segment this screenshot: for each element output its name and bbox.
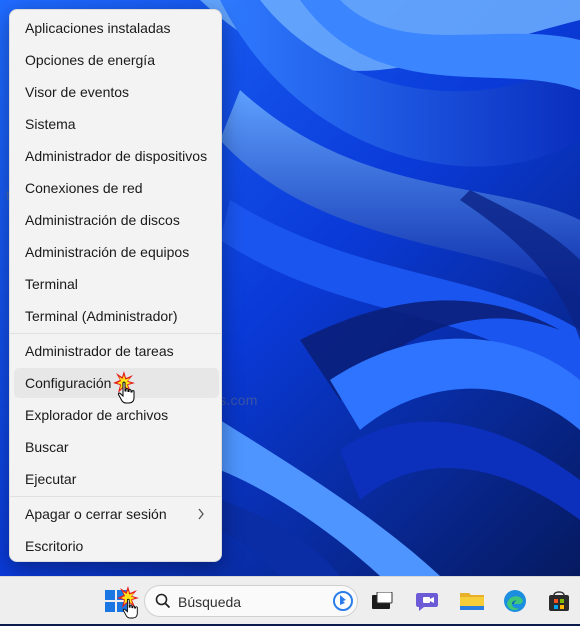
menu-item-event-viewer[interactable]: Visor de eventos	[14, 77, 219, 107]
bing-icon[interactable]	[333, 591, 353, 616]
menu-item-label: Visor de eventos	[25, 84, 130, 100]
menu-item-shutdown-signout[interactable]: Apagar o cerrar sesión	[14, 499, 219, 529]
menu-item-label: Administración de equipos	[25, 244, 190, 260]
edge-icon[interactable]	[501, 587, 529, 615]
menu-item-terminal[interactable]: Terminal	[14, 269, 219, 299]
menu-item-installed-apps[interactable]: Aplicaciones instaladas	[14, 13, 219, 43]
menu-item-desktop[interactable]: Escritorio	[14, 531, 219, 561]
menu-item-power-options[interactable]: Opciones de energía	[14, 45, 219, 75]
menu-item-search[interactable]: Buscar	[14, 432, 219, 462]
search-placeholder: Búsqueda	[178, 594, 242, 610]
menu-item-label: Terminal (Administrador)	[25, 308, 178, 324]
taskbar-search-box[interactable]: Búsqueda	[144, 585, 358, 617]
menu-item-label: Sistema	[25, 116, 76, 132]
chevron-right-icon	[197, 507, 205, 523]
menu-item-label: Ejecutar	[25, 471, 77, 487]
menu-separator	[10, 333, 221, 334]
task-view-icon[interactable]	[368, 587, 396, 615]
menu-separator	[10, 496, 221, 497]
menu-item-label: Terminal	[25, 276, 78, 292]
menu-item-computer-management[interactable]: Administración de equipos	[14, 237, 219, 267]
taskbar: Búsqueda	[0, 576, 580, 624]
menu-item-system[interactable]: Sistema	[14, 109, 219, 139]
search-icon	[155, 593, 171, 614]
menu-item-label: Opciones de energía	[25, 52, 155, 68]
menu-item-run[interactable]: Ejecutar	[14, 464, 219, 494]
menu-item-label: Aplicaciones instaladas	[25, 20, 171, 36]
menu-item-file-explorer[interactable]: Explorador de archivos	[14, 400, 219, 430]
menu-item-label: Conexiones de red	[25, 180, 143, 196]
menu-item-label: Buscar	[25, 439, 69, 455]
store-icon[interactable]	[545, 587, 573, 615]
teams-chat-icon[interactable]	[413, 587, 441, 615]
menu-item-network-connections[interactable]: Conexiones de red	[14, 173, 219, 203]
menu-item-task-manager[interactable]: Administrador de tareas	[14, 336, 219, 366]
menu-item-settings[interactable]: Configuración	[14, 368, 219, 398]
menu-item-disk-management[interactable]: Administración de discos	[14, 205, 219, 235]
menu-item-label: Escritorio	[25, 538, 84, 554]
menu-item-label: Configuración	[25, 375, 112, 391]
file-explorer-icon[interactable]	[458, 587, 486, 615]
menu-item-label: Administrador de dispositivos	[25, 148, 208, 164]
menu-item-terminal-admin[interactable]: Terminal (Administrador)	[14, 301, 219, 331]
menu-item-label: Administración de discos	[25, 212, 180, 228]
menu-item-label: Explorador de archivos	[25, 407, 169, 423]
menu-item-device-manager[interactable]: Administrador de dispositivos	[14, 141, 219, 171]
windows-start-icon[interactable]	[102, 587, 130, 615]
quick-link-menu: Aplicaciones instaladas Opciones de ener…	[9, 9, 222, 562]
menu-item-label: Apagar o cerrar sesión	[25, 506, 167, 522]
menu-item-label: Administrador de tareas	[25, 343, 174, 359]
